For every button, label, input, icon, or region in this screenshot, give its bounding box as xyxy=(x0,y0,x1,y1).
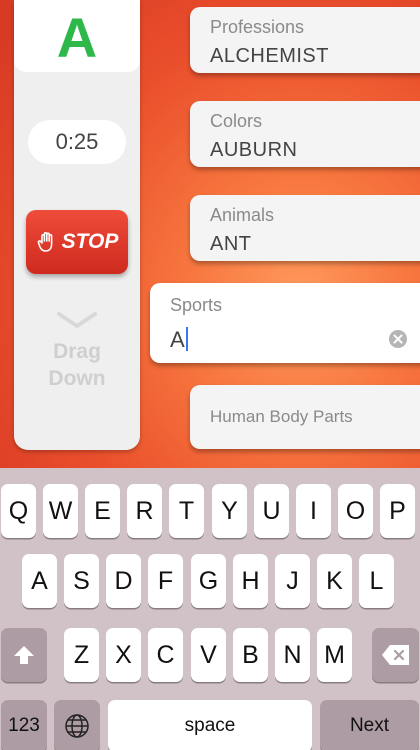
category-card-animals[interactable]: Animals ANT xyxy=(190,195,420,261)
key-o[interactable]: O xyxy=(338,484,373,538)
category-label: Professions xyxy=(210,17,305,37)
key-f[interactable]: F xyxy=(148,554,183,608)
backspace-key[interactable] xyxy=(372,628,419,682)
key-p[interactable]: P xyxy=(380,484,415,538)
category-card-sports-active[interactable]: Sports A xyxy=(150,283,420,363)
answer-text: A xyxy=(170,327,186,352)
category-card-human-body-parts[interactable]: Human Body Parts xyxy=(190,385,420,449)
key-t[interactable]: T xyxy=(169,484,204,538)
category-label: Sports xyxy=(170,295,223,315)
key-v[interactable]: V xyxy=(191,628,226,682)
key-u[interactable]: U xyxy=(254,484,289,538)
key-r[interactable]: R xyxy=(127,484,162,538)
backspace-icon xyxy=(381,645,409,665)
shift-key[interactable] xyxy=(1,628,47,682)
hand-icon xyxy=(37,232,52,252)
key-y[interactable]: Y xyxy=(212,484,247,538)
globe-icon xyxy=(65,714,89,738)
key-i[interactable]: I xyxy=(296,484,331,538)
category-label: Human Body Parts xyxy=(210,407,353,426)
key-c[interactable]: C xyxy=(148,628,183,682)
key-z[interactable]: Z xyxy=(64,628,99,682)
shift-icon xyxy=(14,646,34,664)
key-g[interactable]: G xyxy=(191,554,226,608)
key-m[interactable]: M xyxy=(317,628,352,682)
next-key[interactable]: Next xyxy=(320,700,419,750)
category-label: Colors xyxy=(210,111,263,131)
text-caret xyxy=(186,327,189,351)
key-h[interactable]: H xyxy=(233,554,268,608)
drag-down-hint[interactable]: Drag Down xyxy=(14,338,140,392)
key-l[interactable]: L xyxy=(359,554,394,608)
countdown-timer: 0:25 xyxy=(28,120,126,164)
keyboard: Q W E R T Y U I O P A S D F G H J K L Z … xyxy=(0,468,420,750)
numbers-key[interactable]: 123 xyxy=(1,700,47,750)
globe-key[interactable] xyxy=(54,700,100,750)
category-answer: ANT xyxy=(210,233,252,255)
key-q[interactable]: Q xyxy=(1,484,36,538)
drag-hint-line2: Down xyxy=(48,367,106,390)
key-j[interactable]: J xyxy=(275,554,310,608)
stop-button[interactable]: STOP xyxy=(26,210,128,274)
current-letter: A xyxy=(14,0,140,72)
key-s[interactable]: S xyxy=(64,554,99,608)
sports-answer-input[interactable]: A xyxy=(170,327,189,353)
category-answer: AUBURN xyxy=(210,139,298,161)
key-x[interactable]: X xyxy=(106,628,141,682)
clear-input-icon[interactable] xyxy=(388,329,408,349)
stop-label: STOP xyxy=(61,230,119,253)
key-n[interactable]: N xyxy=(275,628,310,682)
category-card-colors[interactable]: Colors AUBURN xyxy=(190,101,420,167)
category-label: Animals xyxy=(210,205,275,225)
key-d[interactable]: D xyxy=(106,554,141,608)
chevron-down-icon xyxy=(57,312,97,328)
key-a[interactable]: A xyxy=(22,554,57,608)
key-b[interactable]: B xyxy=(233,628,268,682)
category-answer: ALCHEMIST xyxy=(210,45,329,67)
key-w[interactable]: W xyxy=(43,484,78,538)
space-key[interactable]: space xyxy=(108,700,312,750)
key-e[interactable]: E xyxy=(85,484,120,538)
category-card-professions[interactable]: Professions ALCHEMIST xyxy=(190,7,420,73)
drag-hint-line1: Drag xyxy=(53,340,101,363)
key-k[interactable]: K xyxy=(317,554,352,608)
